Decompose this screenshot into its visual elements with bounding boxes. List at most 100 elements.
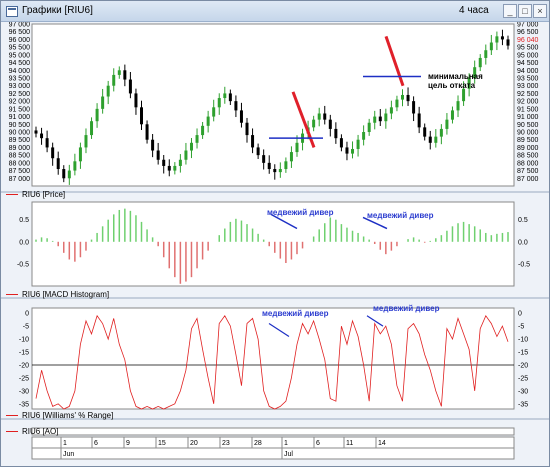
price-y-tick-left: 95 500 (9, 45, 31, 52)
williams-y-tick-right: -35 (518, 401, 528, 408)
macd-y-tick-left: 0.0 (19, 239, 29, 246)
price-y-tick-left: 88 000 (9, 160, 31, 167)
candle-body (206, 116, 210, 126)
time-axis-month-label: Jun (63, 451, 74, 458)
candle-body (389, 107, 393, 114)
williams-pane-label: RIU6 [Williams' % Range] (6, 411, 113, 420)
price-y-tick-right: 94 500 (517, 60, 539, 67)
williams-y-tick-left: -10 (19, 337, 29, 344)
macd-y-tick-right: 0.0 (518, 239, 528, 246)
candle-body (67, 170, 71, 179)
price-y-tick-left: 89 000 (9, 145, 31, 152)
candle-body (417, 113, 421, 128)
williams-divergence-note-2: медвежий дивер (373, 304, 440, 313)
candle-body (412, 101, 416, 114)
candle-body (434, 136, 438, 143)
candle-body (323, 113, 327, 120)
time-axis-day-label: 9 (126, 440, 130, 447)
price-y-tick-right: 90 500 (517, 122, 539, 129)
candle-body (312, 119, 316, 128)
candle-body (251, 135, 255, 148)
time-axis-day-label: 6 (94, 440, 98, 447)
candle-body (128, 79, 132, 94)
candle-body (145, 124, 149, 140)
candle-body (78, 147, 82, 162)
williams-y-tick-left: 0 (25, 311, 29, 318)
williams-y-tick-right: -5 (518, 324, 524, 331)
candle-body (267, 162, 271, 170)
candle-body (378, 116, 382, 122)
candle-body (339, 138, 343, 148)
candle-body (400, 94, 404, 100)
candle-body (134, 93, 138, 108)
candle-body (317, 113, 321, 120)
candle-body (195, 135, 199, 143)
candle-body (262, 155, 266, 163)
candle-body (406, 94, 410, 102)
candle-body (90, 121, 94, 136)
candle-body (223, 93, 227, 99)
price-y-tick-left: 87 500 (9, 168, 31, 175)
chart-window: Графики [RIU6] 4 часа _ □ × 97 000 96 500… (0, 0, 550, 467)
time-axis-day-label: 11 (346, 440, 353, 447)
candle-body (489, 42, 493, 51)
candle-body (295, 142, 299, 153)
candle-body (445, 119, 449, 129)
price-y-tick-left: 97 000 (9, 22, 31, 29)
time-axis-day-label: 23 (222, 440, 230, 447)
price-y-tick-left: 96 000 (9, 37, 31, 44)
price-y-tick-right: 89 000 (517, 145, 539, 152)
price-y-tick-right: 87 000 (517, 176, 539, 183)
time-axis-day-label: 20 (190, 440, 198, 447)
candle-body (278, 169, 282, 173)
candle-body (334, 128, 338, 139)
price-pane-label: RIU6 [Price] (6, 190, 65, 199)
candle-body (478, 57, 482, 68)
macd-y-tick-left: 0.5 (19, 217, 29, 224)
time-axis-day-label: 1 (284, 440, 288, 447)
candle-body (228, 93, 232, 102)
candle-body (356, 139, 360, 149)
time-axis-day-label: 15 (158, 440, 166, 447)
price-y-tick-left: 91 000 (9, 114, 31, 121)
candle-body (189, 142, 193, 151)
price-y-tick-right: 95 000 (517, 52, 539, 59)
time-axis-day-label: 1 (63, 440, 67, 447)
candle-body (456, 101, 460, 111)
timeframe-label[interactable]: 4 часа (459, 5, 489, 16)
williams-y-tick-left: -15 (19, 350, 29, 357)
macd-y-tick-right: 0.5 (518, 217, 528, 224)
price-y-tick-right: 89 500 (517, 137, 539, 144)
price-y-tick-right: 91 500 (517, 106, 539, 113)
candle-body (217, 98, 221, 108)
candle-body (140, 107, 144, 125)
candle-body (167, 165, 171, 171)
price-y-tick-left: 91 500 (9, 106, 31, 113)
candle-body (151, 139, 155, 151)
williams-y-tick-left: -5 (23, 324, 29, 331)
candle-body (345, 147, 349, 154)
price-y-tick-left: 93 000 (9, 83, 31, 90)
price-y-tick-right: 93 000 (517, 83, 539, 90)
close-button[interactable]: × (533, 4, 547, 18)
title-bar[interactable]: Графики [RIU6] 4 часа _ □ × (1, 1, 549, 22)
maximize-button[interactable]: □ (518, 4, 532, 18)
candle-body (112, 74, 116, 86)
minimize-button[interactable]: _ (503, 4, 517, 18)
time-axis-day-label: 14 (378, 440, 386, 447)
candle-body (201, 125, 205, 136)
price-y-tick-left: 87 000 (9, 176, 31, 183)
price-y-tick-right: 97 000 (517, 22, 539, 29)
ao-pane-label: RIU6 [AO] (6, 427, 58, 436)
candle-body (484, 50, 488, 58)
window-title: Графики [RIU6] (22, 5, 93, 16)
candle-body (156, 150, 160, 160)
time-axis-day-label: 6 (316, 440, 320, 447)
price-y-tick-left: 89 500 (9, 137, 31, 144)
candle-body (362, 132, 366, 140)
price-y-tick-right: 92 000 (517, 99, 539, 106)
pane-frame-3 (31, 427, 515, 436)
candle-body (73, 161, 77, 171)
price-y-tick-right: 91 000 (517, 114, 539, 121)
price-y-tick-right: 88 000 (517, 160, 539, 167)
